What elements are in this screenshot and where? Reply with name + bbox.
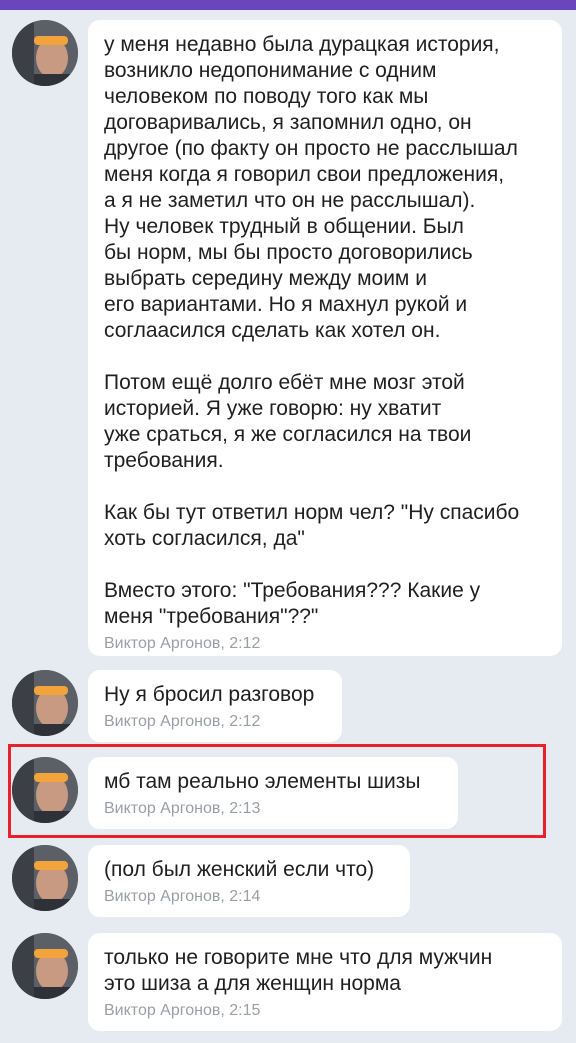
message-text: Ну я бросил разговор <box>104 683 315 706</box>
highlight-frame <box>8 744 546 838</box>
message-bubble: Ну я бросил разговор Виктор Аргонов, 2:1… <box>88 670 342 742</box>
message-meta: Виктор Аргонов, 2:14 <box>104 888 261 905</box>
avatar[interactable] <box>12 20 78 86</box>
message-bubble: только не говорите мне что для мужчин эт… <box>88 933 562 1031</box>
avatar[interactable] <box>12 845 78 911</box>
message-text: только не говорите мне что для мужчин эт… <box>104 946 493 995</box>
message-bubble: у меня недавно была дурацкая история, во… <box>88 20 562 656</box>
message-meta: Виктор Аргонов, 2:15 <box>104 1002 261 1019</box>
message-text: у меня недавно была дурацкая история, во… <box>104 33 520 628</box>
message-meta: Виктор Аргонов, 2:12 <box>104 635 261 652</box>
top-accent-bar <box>0 0 576 10</box>
message-bubble: (пол был женский если что) Виктор Аргоно… <box>88 845 410 917</box>
avatar[interactable] <box>12 670 78 736</box>
avatar[interactable] <box>12 933 78 999</box>
message-text: (пол был женский если что) <box>104 858 375 881</box>
message-meta: Виктор Аргонов, 2:12 <box>104 713 261 730</box>
